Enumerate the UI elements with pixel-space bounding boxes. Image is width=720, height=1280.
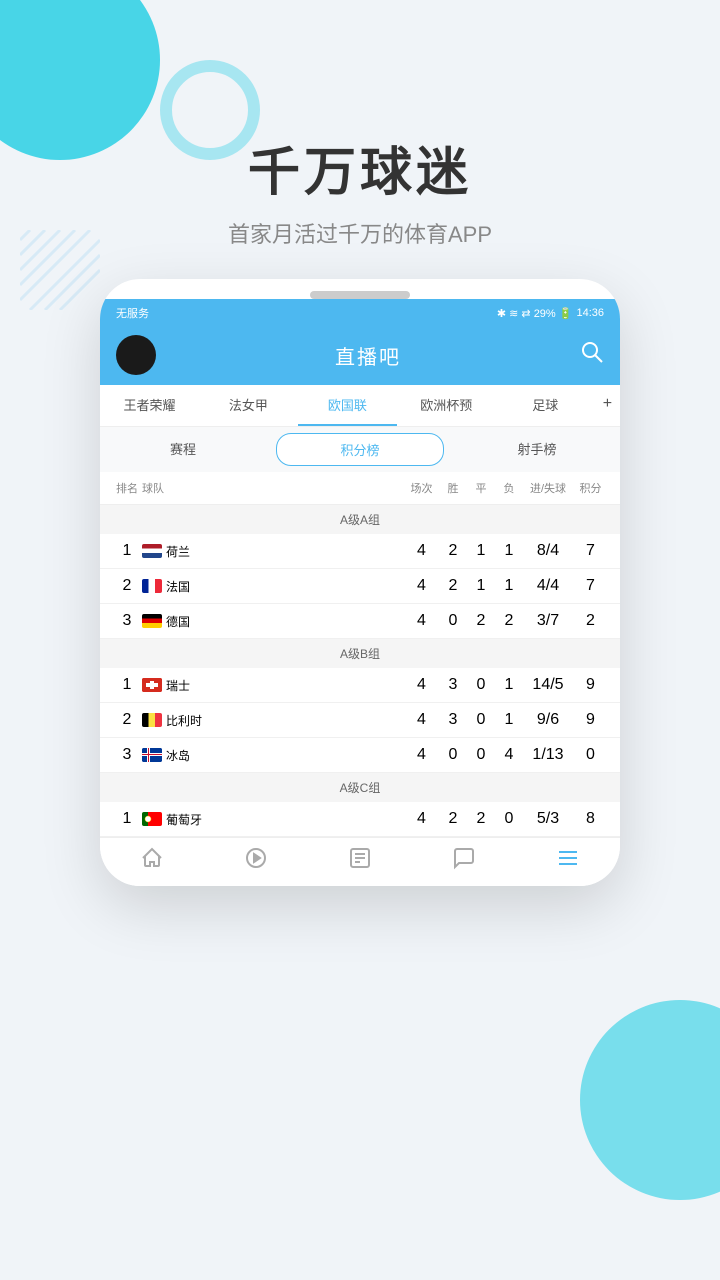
nav-tab-ouzhoupubei[interactable]: 欧洲杯预 (397, 385, 496, 426)
app-header: 直播吧 (100, 327, 620, 385)
app-logo[interactable] (116, 335, 156, 375)
status-icons: ✱ ≋ ⇄ 29% 🔋 (497, 307, 573, 320)
sub-title: 首家月活过千万的体育APP (0, 217, 720, 249)
status-right: ✱ ≋ ⇄ 29% 🔋 14:36 (497, 307, 604, 320)
bottom-nav (100, 837, 620, 886)
header-section: 千万球迷 首家月活过千万的体育APP (0, 0, 720, 279)
table-row[interactable]: 1 瑞士 4 3 0 1 14/5 9 (100, 668, 620, 703)
group-c-header: A级C组 (100, 773, 620, 802)
flag-france (142, 579, 162, 593)
status-bar: 无服务 ✱ ≋ ⇄ 29% 🔋 14:36 (100, 299, 620, 327)
nav-tab-ouguolian[interactable]: 欧国联 (298, 385, 397, 426)
bg-decoration-circle-right (580, 1000, 720, 1200)
sub-tabs: 赛程 积分榜 射手榜 (100, 427, 620, 472)
status-time: 14:36 (576, 307, 604, 319)
flag-portugal (142, 812, 162, 826)
nav-tab-fanujia[interactable]: 法女甲 (199, 385, 298, 426)
table-header-row: 排名 球队 场次 胜 平 负 进/失球 积分 (100, 472, 620, 505)
group-b-header: A级B组 (100, 639, 620, 668)
table-row[interactable]: 2 比利时 4 3 0 1 9/6 9 (100, 703, 620, 738)
bottom-nav-news[interactable] (308, 846, 412, 876)
sub-tab-schedule[interactable]: 赛程 (100, 433, 266, 466)
app-title: 直播吧 (335, 341, 401, 370)
flag-switzerland (142, 678, 162, 692)
nav-tab-plus[interactable]: + (595, 385, 620, 426)
status-service: 无服务 (116, 305, 149, 321)
col-header-pts: 积分 (573, 480, 608, 496)
table-row[interactable]: 3 冰岛 4 0 0 4 1/13 0 (100, 738, 620, 773)
nav-tab-wangzhe[interactable]: 王者荣耀 (100, 385, 199, 426)
table-row[interactable]: 3 德国 4 0 2 2 3/7 2 (100, 604, 620, 639)
flag-netherlands (142, 544, 162, 558)
phone-notch (310, 291, 410, 299)
sub-tab-standings[interactable]: 积分榜 (276, 433, 444, 466)
table-row[interactable]: 1 葡萄牙 4 2 2 0 5/3 8 (100, 802, 620, 837)
bottom-nav-home[interactable] (100, 846, 204, 876)
sub-tab-scorers[interactable]: 射手榜 (454, 433, 620, 466)
nav-tabs: 王者荣耀 法女甲 欧国联 欧洲杯预 足球 + (100, 385, 620, 427)
col-header-l: 负 (495, 480, 523, 496)
col-header-rank: 排名 (112, 480, 142, 496)
main-title: 千万球迷 (0, 130, 720, 205)
flag-iceland (142, 748, 162, 762)
col-header-d: 平 (467, 480, 495, 496)
group-a-header: A级A组 (100, 505, 620, 534)
bottom-nav-message[interactable] (412, 846, 516, 876)
col-header-gd: 进/失球 (523, 480, 573, 496)
col-header-w: 胜 (439, 480, 467, 496)
col-header-gp: 场次 (404, 480, 439, 496)
bottom-nav-live[interactable] (204, 846, 308, 876)
nav-tab-zuqiu[interactable]: 足球 (496, 385, 595, 426)
table-row[interactable]: 1 荷兰 4 2 1 1 8/4 7 (100, 534, 620, 569)
col-header-team: 球队 (142, 480, 404, 496)
table-row[interactable]: 2 法国 4 2 1 1 4/4 7 (100, 569, 620, 604)
flag-germany (142, 614, 162, 628)
flag-belgium (142, 713, 162, 727)
bottom-nav-mine[interactable] (516, 846, 620, 876)
phone-mockup: 无服务 ✱ ≋ ⇄ 29% 🔋 14:36 直播吧 王者荣耀 法女甲 欧国联 欧… (100, 279, 620, 886)
search-button[interactable] (580, 340, 604, 370)
